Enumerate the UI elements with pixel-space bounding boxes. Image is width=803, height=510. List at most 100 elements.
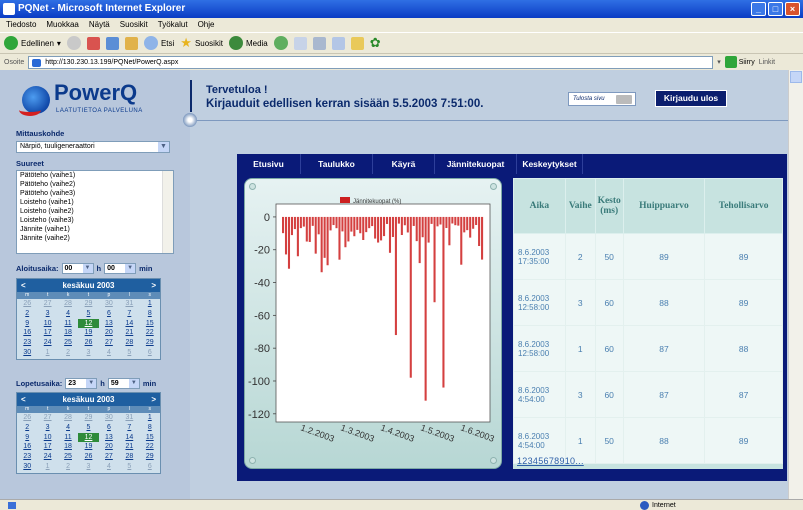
calendar-day[interactable]: 29 (78, 413, 98, 423)
calendar-day[interactable]: 5 (119, 348, 139, 358)
params-listbox[interactable]: Pätöteho (vaihe1) Pätöteho (vaihe2) Pätö… (16, 170, 174, 254)
calendar-prev-link[interactable]: < (21, 395, 26, 404)
calendar-day[interactable]: 25 (58, 338, 78, 348)
calendar-day[interactable]: 4 (58, 423, 78, 433)
calendar-day[interactable]: 23 (17, 452, 37, 462)
scroll-up-icon[interactable] (790, 71, 802, 83)
list-item[interactable]: Pätöteho (vaihe2) (20, 180, 173, 189)
calendar-day[interactable]: 27 (99, 338, 119, 348)
calendar-day[interactable]: 15 (140, 319, 160, 329)
calendar-day[interactable]: 27 (37, 299, 57, 309)
calendar-day[interactable]: 3 (78, 462, 98, 472)
calendar-day[interactable]: 21 (119, 328, 139, 338)
calendar-day[interactable]: 17 (37, 442, 57, 452)
url-field[interactable]: http://130.230.13.199/PQNet/PowerQ.aspx (28, 55, 714, 69)
calendar-day[interactable]: 3 (37, 423, 57, 433)
calendar-day[interactable]: 25 (58, 452, 78, 462)
calendar-day[interactable]: 9 (17, 433, 37, 443)
calendar-day[interactable]: 16 (17, 328, 37, 338)
calendar-next-link[interactable]: > (151, 395, 156, 404)
tab-taulukko[interactable]: Taulukko (301, 154, 373, 174)
calendar-day[interactable]: 13 (99, 319, 119, 329)
menu-help[interactable]: Ohje (198, 18, 215, 32)
tab-etusivu[interactable]: Etusivu (237, 154, 301, 174)
calendar-day[interactable]: 2 (58, 348, 78, 358)
calendar-day[interactable]: 5 (78, 309, 98, 319)
tab-keskeytykset[interactable]: Keskeytykset (517, 154, 583, 174)
calendar-day[interactable]: 5 (119, 462, 139, 472)
calendar-day[interactable]: 12 (78, 318, 99, 329)
calendar-day[interactable]: 10 (37, 319, 57, 329)
list-item[interactable]: Pätöteho (vaihe3) (20, 189, 173, 198)
menu-favorites[interactable]: Suosikit (120, 18, 148, 32)
maximize-button[interactable]: □ (768, 2, 783, 16)
stop-icon[interactable] (86, 36, 100, 50)
page-scrollbar[interactable] (788, 70, 803, 499)
calendar-day[interactable]: 15 (140, 433, 160, 443)
calendar-day[interactable]: 26 (17, 299, 37, 309)
calendar-day[interactable]: 8 (140, 309, 160, 319)
calendar-day[interactable]: 14 (119, 433, 139, 443)
calendar-day[interactable]: 4 (99, 462, 119, 472)
calendar-day[interactable]: 29 (140, 452, 160, 462)
print-icon[interactable] (312, 36, 326, 50)
calendar-day[interactable]: 4 (99, 348, 119, 358)
pager-links[interactable]: 12345678910... (517, 456, 584, 466)
calendar-day[interactable]: 21 (119, 442, 139, 452)
calendar-day[interactable]: 23 (17, 338, 37, 348)
calendar-day[interactable]: 28 (119, 452, 139, 462)
calendar-day[interactable]: 9 (17, 319, 37, 329)
media-button[interactable]: Media (228, 36, 268, 50)
links-label[interactable]: Linkit (759, 59, 775, 66)
list-item[interactable]: Loisteho (vaihe1) (20, 198, 173, 207)
calendar-day[interactable]: 7 (119, 309, 139, 319)
calendar-day[interactable]: 16 (17, 442, 37, 452)
history-icon[interactable] (273, 36, 288, 50)
calendar-day[interactable]: 29 (140, 338, 160, 348)
folder-icon[interactable] (350, 36, 364, 50)
calendar-day[interactable]: 31 (119, 299, 139, 309)
list-item[interactable]: Pätöteho (vaihe1) (20, 171, 173, 180)
calendar-day[interactable]: 20 (99, 442, 119, 452)
calendar-day[interactable]: 24 (37, 338, 57, 348)
calendar-day[interactable]: 11 (58, 433, 78, 443)
calendar-day[interactable]: 3 (78, 348, 98, 358)
calendar-day[interactable]: 17 (37, 328, 57, 338)
calendar-day[interactable]: 6 (99, 309, 119, 319)
calendar-day[interactable]: 12 (78, 432, 99, 443)
calendar-day[interactable]: 29 (78, 299, 98, 309)
site-select[interactable]: Närpiö, tuuligeneraattori ▼ (16, 141, 170, 153)
calendar-day[interactable]: 30 (17, 462, 37, 472)
print-page-button[interactable]: Tulosta sivu (568, 92, 636, 106)
calendar-day[interactable]: 2 (17, 423, 37, 433)
edit-icon[interactable] (331, 36, 345, 50)
calendar-day[interactable]: 31 (119, 413, 139, 423)
refresh-icon[interactable] (105, 36, 119, 50)
calendar-day[interactable]: 30 (99, 299, 119, 309)
calendar-day[interactable]: 3 (37, 309, 57, 319)
calendar-day[interactable]: 28 (58, 299, 78, 309)
tab-jannitekuopat[interactable]: Jännitekuopat (435, 154, 517, 174)
menu-view[interactable]: Näytä (89, 18, 110, 32)
calendar-day[interactable]: 22 (140, 442, 160, 452)
calendar-day[interactable]: 28 (58, 413, 78, 423)
logout-button[interactable]: Kirjaudu ulos (655, 90, 727, 107)
calendar-day[interactable]: 27 (99, 452, 119, 462)
calendar-prev-link[interactable]: < (21, 281, 26, 290)
close-button[interactable]: × (785, 2, 800, 16)
list-item[interactable]: Loisteho (vaihe2) (20, 207, 173, 216)
calendar-day[interactable]: 24 (37, 452, 57, 462)
listbox-scrollbar[interactable] (162, 171, 173, 253)
home-icon[interactable] (124, 36, 138, 50)
calendar-day[interactable]: 11 (58, 319, 78, 329)
mail-icon[interactable] (293, 36, 307, 50)
end-hour-select[interactable]: 23 ▼ (65, 378, 98, 389)
calendar-day[interactable]: 28 (119, 338, 139, 348)
start-hour-select[interactable]: 00 ▼ (61, 263, 94, 274)
calendar-day[interactable]: 4 (58, 309, 78, 319)
calendar-day[interactable]: 13 (99, 433, 119, 443)
calendar-day[interactable]: 1 (140, 299, 160, 309)
forward-button[interactable] (66, 36, 81, 50)
calendar-day[interactable]: 14 (119, 319, 139, 329)
calendar-day[interactable]: 19 (78, 328, 98, 338)
